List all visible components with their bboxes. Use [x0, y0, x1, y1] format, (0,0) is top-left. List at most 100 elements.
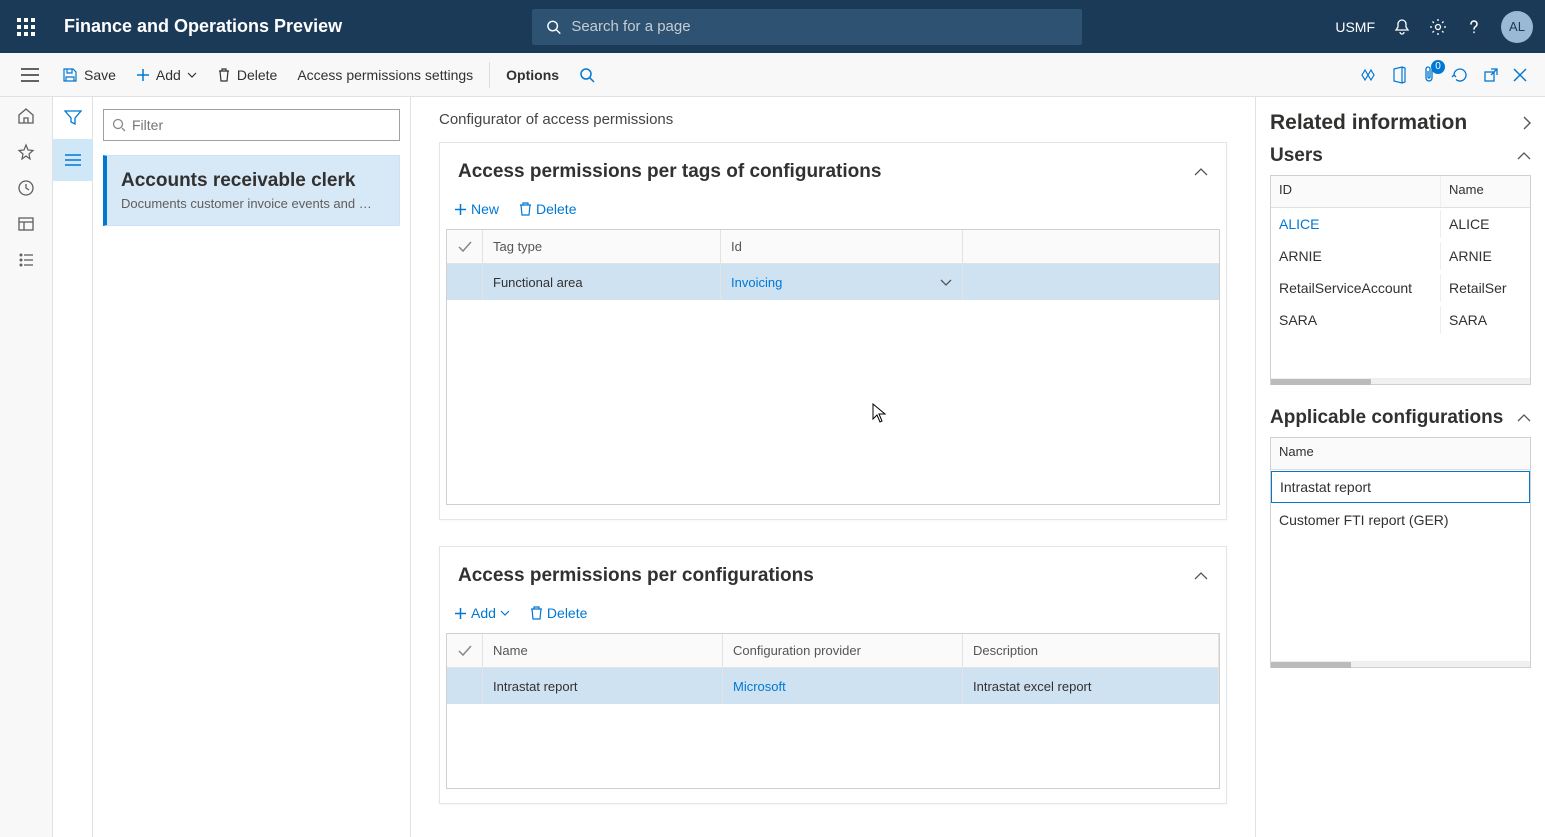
table-row[interactable]: Functional area Invoicing — [447, 264, 1219, 300]
column-header-name[interactable]: Name — [1271, 438, 1530, 469]
modules-icon[interactable] — [17, 251, 35, 269]
apps-launcher-icon[interactable] — [12, 13, 40, 41]
chevron-down-icon[interactable] — [940, 279, 952, 286]
cell-user-id[interactable]: ALICE — [1271, 210, 1441, 238]
save-button[interactable]: Save — [52, 61, 126, 89]
add-button[interactable]: Add — [126, 61, 207, 89]
user-avatar[interactable]: AL — [1501, 11, 1533, 43]
new-button[interactable]: New — [446, 197, 507, 221]
row-checkbox[interactable] — [447, 264, 483, 300]
cell-user-name: ALICE — [1441, 210, 1530, 238]
table-row[interactable]: SARASARA — [1271, 304, 1530, 336]
delete-button[interactable]: Delete — [207, 61, 287, 89]
table-row[interactable]: Intrastat report Microsoft Intrastat exc… — [447, 668, 1219, 704]
delete-config-button[interactable]: Delete — [522, 601, 595, 625]
page-search-button[interactable] — [569, 61, 605, 89]
table-row[interactable]: Intrastat report — [1271, 471, 1530, 503]
table-row[interactable]: ALICEALICE — [1271, 208, 1530, 240]
users-section-title: Users — [1270, 145, 1323, 167]
users-grid: ID Name ALICEALICEARNIEARNIERetailServic… — [1270, 175, 1531, 385]
tags-grid: Tag type Id Functional area Invoicing — [446, 229, 1220, 505]
column-header-id[interactable]: Id — [721, 230, 963, 263]
add-config-button[interactable]: Add — [446, 601, 518, 625]
column-header-name[interactable]: Name — [1441, 176, 1530, 207]
chevron-down-icon — [500, 610, 510, 616]
cell-tag-type[interactable]: Functional area — [483, 264, 721, 300]
cell-user-name: ARNIE — [1441, 242, 1530, 270]
nav-toggle-icon[interactable] — [8, 68, 52, 82]
cell-config-name[interactable]: Intrastat report — [483, 668, 723, 704]
notifications-icon[interactable] — [1393, 18, 1411, 36]
cell-id[interactable]: Invoicing — [721, 264, 963, 300]
trash-icon — [530, 606, 543, 621]
cell-user-id[interactable]: ARNIE — [1271, 242, 1441, 270]
cell-config-provider[interactable]: Microsoft — [723, 668, 963, 704]
close-icon[interactable] — [1513, 68, 1527, 82]
delete-label: Delete — [237, 67, 277, 83]
cell-user-name: SARA — [1441, 306, 1530, 334]
select-all-checkbox[interactable] — [447, 634, 483, 667]
select-all-checkbox[interactable] — [447, 230, 483, 263]
column-header-name[interactable]: Name — [483, 634, 723, 667]
workspaces-icon[interactable] — [17, 215, 35, 233]
filter-input-field[interactable] — [132, 117, 391, 133]
chevron-down-icon — [187, 72, 197, 78]
column-header-desc[interactable]: Description — [963, 634, 1219, 667]
table-row[interactable]: Customer FTI report (GER) — [1271, 504, 1530, 536]
list-item[interactable]: Accounts receivable clerk Documents cust… — [103, 155, 400, 226]
filter-input[interactable] — [103, 109, 400, 141]
configs-grid: Name Configuration provider Description … — [446, 633, 1220, 789]
delete-config-label: Delete — [547, 605, 587, 621]
copilot-icon[interactable] — [1359, 67, 1377, 83]
delete-row-label: Delete — [536, 201, 576, 217]
table-row[interactable]: ARNIEARNIE — [1271, 240, 1530, 272]
home-icon[interactable] — [17, 107, 35, 125]
search-icon — [112, 118, 126, 132]
recent-icon[interactable] — [17, 179, 35, 197]
horizontal-scrollbar[interactable] — [1271, 661, 1530, 667]
settings-icon[interactable] — [1429, 18, 1447, 36]
collapse-icon[interactable] — [1517, 152, 1531, 160]
list-item-subtitle: Documents customer invoice events and … — [121, 196, 385, 211]
column-header-id[interactable]: ID — [1271, 176, 1441, 207]
panel-configs-title: Access permissions per configurations — [458, 565, 814, 587]
list-view-icon[interactable] — [53, 139, 93, 181]
column-header-tag-type[interactable]: Tag type — [483, 230, 721, 263]
filter-icon[interactable] — [53, 97, 93, 139]
cell-config-desc[interactable]: Intrastat excel report — [963, 668, 1219, 704]
access-settings-label: Access permissions settings — [297, 67, 473, 83]
horizontal-scrollbar[interactable] — [1271, 378, 1530, 384]
related-title: Related information — [1270, 111, 1467, 135]
attachments-icon[interactable]: 0 — [1421, 66, 1437, 84]
global-search[interactable] — [532, 9, 1082, 45]
search-icon — [546, 19, 561, 35]
trash-icon — [217, 67, 231, 83]
company-picker[interactable]: USMF — [1335, 19, 1375, 35]
column-header-provider[interactable]: Configuration provider — [723, 634, 963, 667]
help-icon[interactable] — [1465, 18, 1483, 36]
delete-row-button[interactable]: Delete — [511, 197, 584, 221]
table-row[interactable]: RetailServiceAccountRetailSer — [1271, 272, 1530, 304]
add-label: Add — [156, 67, 181, 83]
save-label: Save — [84, 67, 116, 83]
collapse-icon[interactable] — [1517, 414, 1531, 422]
options-tab[interactable]: Options — [496, 61, 569, 89]
favorites-icon[interactable] — [17, 143, 35, 161]
access-settings-link[interactable]: Access permissions settings — [287, 61, 483, 89]
office-icon[interactable] — [1391, 66, 1407, 84]
collapse-icon[interactable] — [1194, 572, 1208, 580]
collapse-icon[interactable] — [1194, 168, 1208, 176]
popout-icon[interactable] — [1483, 67, 1499, 83]
refresh-icon[interactable] — [1451, 66, 1469, 84]
cell-user-id[interactable]: RetailServiceAccount — [1271, 274, 1441, 302]
row-checkbox[interactable] — [447, 668, 483, 704]
global-search-input[interactable] — [571, 18, 1068, 35]
list-pane: Accounts receivable clerk Documents cust… — [53, 97, 411, 837]
chevron-right-icon[interactable] — [1523, 116, 1531, 130]
list-item-title: Accounts receivable clerk — [121, 170, 385, 192]
cell-user-id[interactable]: SARA — [1271, 306, 1441, 334]
configs-section-title: Applicable configurations — [1270, 407, 1503, 429]
panel-tags-title: Access permissions per tags of configura… — [458, 161, 881, 183]
save-icon — [62, 67, 78, 83]
plus-icon — [136, 68, 150, 82]
